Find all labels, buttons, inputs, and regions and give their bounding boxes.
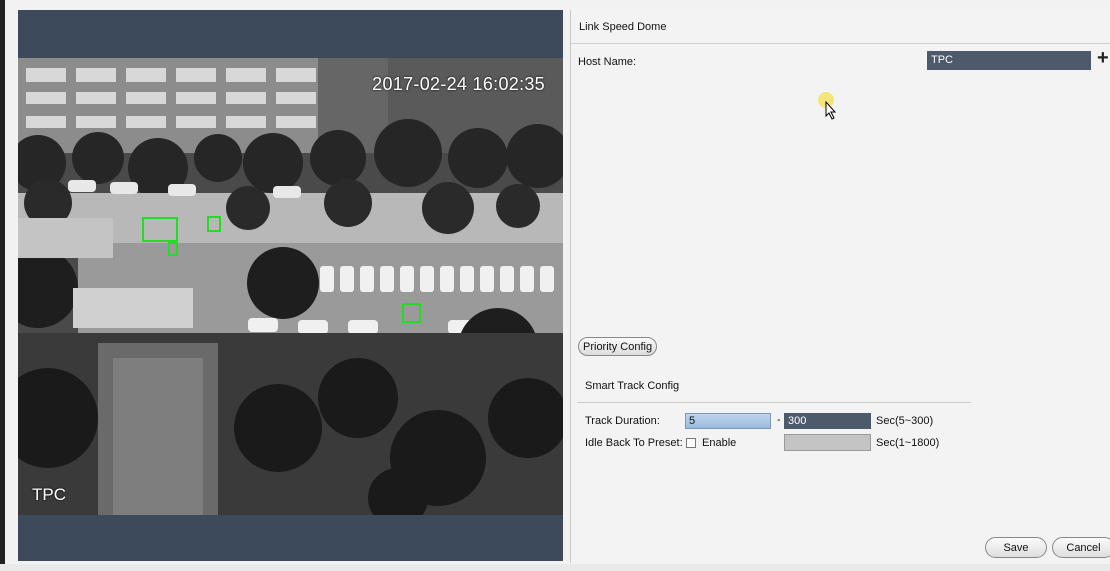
detection-box-person-1	[207, 216, 221, 232]
save-button[interactable]: Save	[985, 537, 1047, 558]
panel-title: Link Speed Dome	[579, 21, 667, 33]
plus-icon[interactable]: +	[1097, 48, 1109, 68]
video-timestamp: 2017-02-24 16:02:35	[372, 74, 545, 94]
link-speed-dome-panel: Link Speed Dome Host Name: TPC + Priorit…	[570, 10, 1110, 563]
host-name-label: Host Name:	[578, 56, 637, 68]
enable-label: Enable	[702, 437, 737, 449]
window-left-edge	[0, 0, 5, 571]
smart-track-divider	[577, 402, 971, 403]
priority-config-button[interactable]: Priority Config	[578, 337, 658, 356]
cancel-button[interactable]: Cancel	[1052, 537, 1110, 558]
live-video-view[interactable]: 2017-02-24 16:02:35 TPC	[18, 58, 563, 515]
track-duration-unit: Sec(5~300)	[876, 415, 934, 427]
detection-box-car	[142, 217, 178, 242]
track-duration-max-input[interactable]: 300	[784, 413, 871, 429]
track-duration-label: Track Duration:	[585, 415, 660, 427]
smart-track-title: Smart Track Config	[585, 380, 680, 392]
idle-back-label: Idle Back To Preset:	[585, 437, 683, 449]
idle-seconds-unit: Sec(1~1800)	[876, 437, 940, 449]
detection-box-person-2	[168, 242, 178, 256]
range-separator: -	[777, 414, 781, 426]
idle-seconds-input[interactable]	[784, 434, 871, 451]
detection-box-person-3	[402, 303, 421, 323]
video-channel-name: TPC	[32, 485, 66, 504]
panel-header: Link Speed Dome	[571, 10, 1110, 44]
host-name-field[interactable]: TPC	[927, 51, 1091, 70]
track-duration-min-input[interactable]: 5	[685, 413, 771, 429]
mouse-cursor-icon	[818, 92, 837, 120]
window-bottom-edge	[0, 564, 1110, 571]
camera-scene	[18, 58, 563, 515]
enable-checkbox[interactable]	[686, 438, 696, 448]
